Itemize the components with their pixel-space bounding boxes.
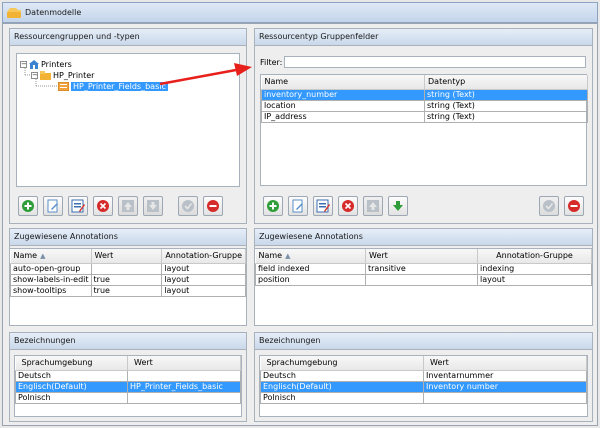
annotation-arrow — [159, 63, 252, 86]
